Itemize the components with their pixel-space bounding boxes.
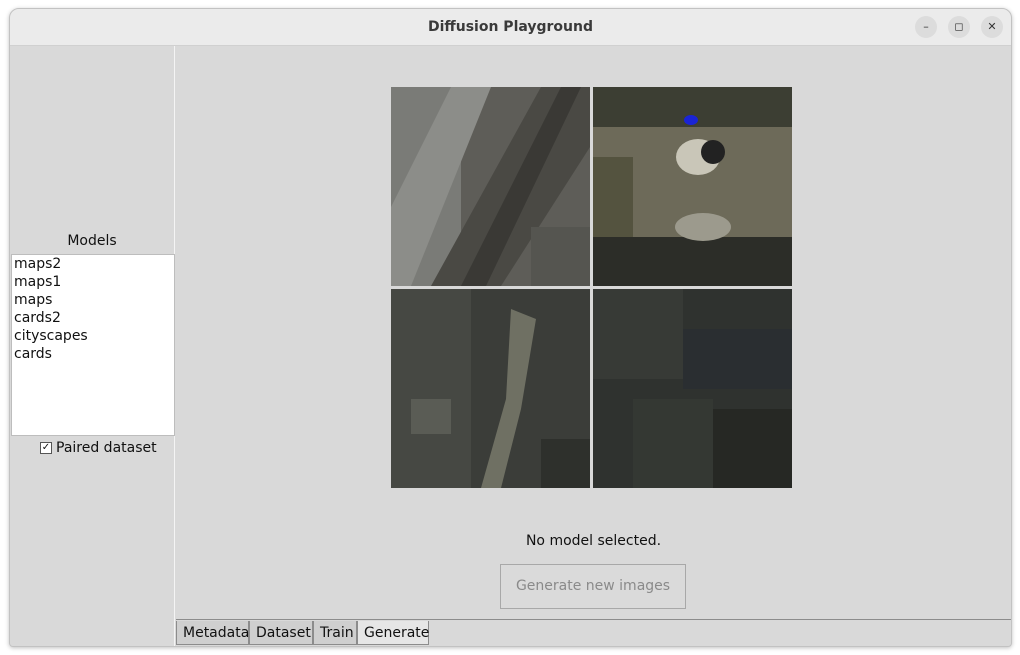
tab-bar: Metadata Dataset Train Generate <box>176 619 1011 646</box>
window-title: Diffusion Playground <box>427 19 594 35</box>
generate-images-button[interactable]: Generate new images <box>500 564 686 609</box>
minimize-button[interactable]: – <box>915 16 937 38</box>
model-item[interactable]: maps2 <box>12 255 174 273</box>
tab-train[interactable]: Train <box>313 621 357 645</box>
paired-dataset-label: Paired dataset <box>56 440 157 456</box>
maximize-button[interactable]: ◻ <box>948 16 970 38</box>
model-item[interactable]: cards2 <box>12 309 174 327</box>
tab-metadata[interactable]: Metadata <box>176 621 249 645</box>
generated-image-4 <box>593 289 792 488</box>
generated-image-3 <box>391 289 590 488</box>
sidebar: Models maps2 maps1 maps cards2 cityscape… <box>10 46 175 646</box>
app-window: Diffusion Playground – ◻ ✕ Models maps2 … <box>9 8 1012 647</box>
status-text: No model selected. <box>525 533 662 549</box>
model-item[interactable]: maps <box>12 291 174 309</box>
generate-panel: No model selected. Generate new images <box>176 46 1011 620</box>
model-item[interactable]: maps1 <box>12 273 174 291</box>
title-bar: Diffusion Playground – ◻ ✕ <box>10 9 1011 46</box>
paired-dataset-checkbox[interactable]: ✓ <box>40 442 52 454</box>
close-button[interactable]: ✕ <box>981 16 1003 38</box>
tab-dataset[interactable]: Dataset <box>249 621 313 645</box>
models-label: Models <box>67 233 117 249</box>
model-item[interactable]: cityscapes <box>12 327 174 345</box>
models-list[interactable]: maps2 maps1 maps cards2 cityscapes cards <box>11 254 175 436</box>
generated-image-2 <box>593 87 792 286</box>
paired-dataset-row[interactable]: ✓ Paired dataset <box>40 440 157 456</box>
model-item[interactable]: cards <box>12 345 174 363</box>
image-grid <box>391 87 794 489</box>
generated-image-1 <box>391 87 590 286</box>
tab-generate[interactable]: Generate <box>357 621 429 645</box>
